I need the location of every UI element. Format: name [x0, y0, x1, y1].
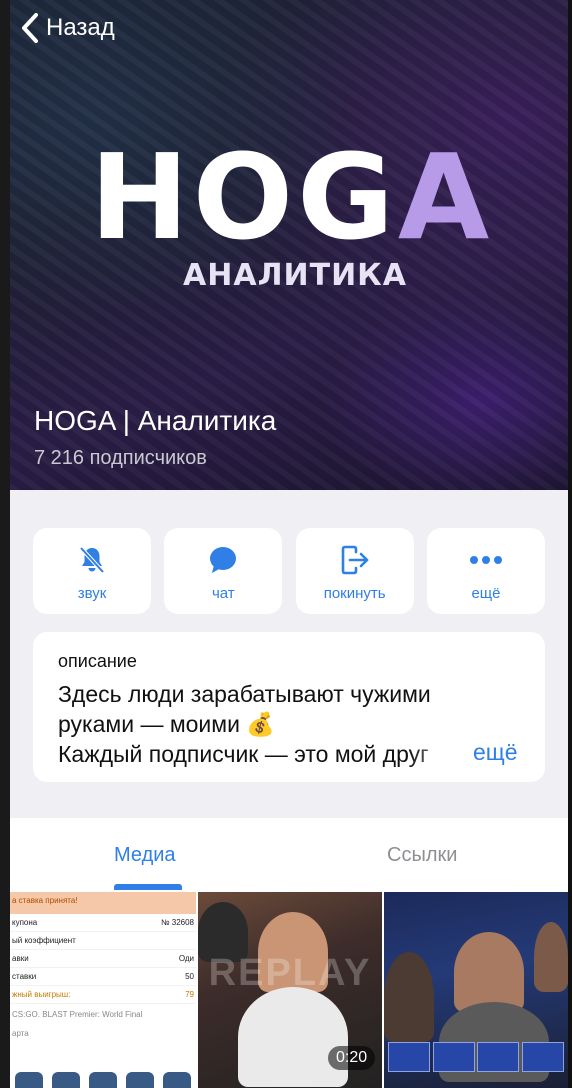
chat-bubble-icon [210, 547, 237, 573]
video-duration: 0:20 [328, 1046, 376, 1070]
ticket-row: ставки 50 [10, 968, 196, 986]
leave-button[interactable]: покинуть [295, 528, 414, 614]
back-label: Назад [46, 14, 115, 41]
media-item-photo[interactable] [384, 892, 568, 1088]
tab-media[interactable]: Медиа [114, 844, 176, 867]
description-title: описание [58, 651, 137, 671]
background-strip-right [568, 0, 572, 1088]
media-item-bet-ticket[interactable]: а ставка принята! купона № 32608 ый коэфф… [10, 892, 196, 1088]
channel-header-cover: Назад HOGA АНАЛИТИКА HOGA | Аналитика 7 … [10, 0, 568, 490]
ticket-row: авки Оди [10, 950, 196, 968]
more-label: ещё [471, 585, 501, 602]
background-strip-left [0, 0, 10, 1088]
action-buttons-row: звук чат покинуть ещё [33, 528, 545, 614]
channel-logo: HOGA [90, 128, 494, 266]
media-tabs: Медиа Ссылки [10, 818, 568, 890]
more-dots-icon [469, 556, 502, 564]
description-card: описание Здесь люди зарабатывают чужими … [33, 632, 545, 782]
bell-slash-icon [79, 546, 105, 574]
ticket-row: купона № 32608 [10, 914, 196, 932]
chat-button[interactable]: чат [164, 528, 283, 614]
subscriber-count: 7 216 подписчиков [34, 447, 207, 469]
description-text: Здесь люди зарабатывают чужими руками — … [58, 679, 528, 769]
channel-profile-screen: Назад HOGA АНАЛИТИКА HOGA | Аналитика 7 … [10, 0, 568, 1088]
back-button[interactable]: Назад [20, 12, 115, 44]
channel-name: HOGA | Аналитика [34, 405, 277, 436]
channel-logo-subtitle: АНАЛИТИКА [183, 258, 407, 293]
team-photos [10, 1072, 196, 1088]
leave-label: покинуть [323, 585, 386, 602]
more-button[interactable]: ещё [426, 528, 545, 614]
mute-button[interactable]: звук [33, 528, 151, 614]
media-item-video[interactable]: REPLAY 0:20 [198, 892, 382, 1088]
stage-screens [388, 1042, 564, 1072]
mute-label: звук [77, 585, 107, 602]
media-grid: а ставка принята! купона № 32608 ый коэфф… [10, 890, 568, 1088]
video-watermark: REPLAY [208, 952, 372, 994]
description-more-link[interactable]: ещё [473, 739, 518, 766]
ticket-row: ый коэффициент [10, 932, 196, 950]
ticket-row: жный выигрыш: 79 [10, 986, 196, 1004]
tab-links[interactable]: Ссылки [387, 844, 457, 867]
chevron-left-icon [22, 13, 38, 43]
chat-label: чат [211, 585, 235, 602]
leave-icon [341, 545, 368, 575]
